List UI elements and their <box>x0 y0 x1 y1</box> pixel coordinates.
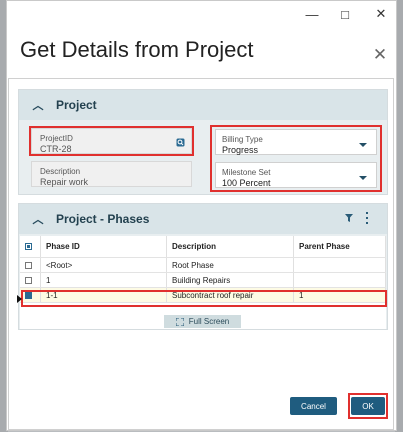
lookup-icon[interactable] <box>176 138 185 147</box>
milestone-set-select[interactable]: Milestone Set 100 Percent <box>215 162 377 188</box>
maximize-button[interactable]: □ <box>330 2 360 26</box>
table-row[interactable]: 1 Building Repairs <box>20 272 386 288</box>
row-pointer-icon <box>17 295 22 303</box>
table-header-row: Phase ID Description Parent Phase <box>20 236 386 258</box>
project-id-value: CTR-28 <box>40 144 72 154</box>
ok-label: OK <box>362 401 374 411</box>
table-row[interactable]: <Root> Root Phase <box>20 257 386 273</box>
row-checkbox[interactable] <box>25 276 32 284</box>
column-header-phase-id[interactable]: Phase ID <box>40 236 167 258</box>
select-all-cell[interactable] <box>20 236 41 258</box>
project-panel-title: Project <box>56 98 97 112</box>
milestone-set-value: 100 Percent <box>222 178 271 188</box>
project-id-label: ProjectID <box>40 134 73 143</box>
description-cell: Root Phase <box>166 257 294 273</box>
cancel-button[interactable]: Cancel <box>290 397 337 415</box>
row-checkbox[interactable] <box>25 261 32 269</box>
milestone-set-label: Milestone Set <box>222 168 271 177</box>
row-select-cell[interactable] <box>20 257 41 273</box>
phase-id-cell: 1 <box>40 272 167 288</box>
parent-phase-cell <box>293 272 386 288</box>
full-screen-button[interactable]: Full Screen <box>164 315 241 328</box>
phase-id-cell: <Root> <box>40 257 167 273</box>
window-close-button[interactable]: ✕ <box>366 2 396 26</box>
description-value: Repair work <box>40 177 89 187</box>
billing-type-label: Billing Type <box>222 135 263 144</box>
select-all-checkbox[interactable] <box>25 243 32 251</box>
selected-row-highlight <box>21 290 387 307</box>
close-icon: ✕ <box>372 45 388 64</box>
billing-type-value: Progress <box>222 145 259 155</box>
close-icon: ✕ <box>375 6 387 21</box>
row-select-cell[interactable] <box>20 272 41 288</box>
dialog-title: Get Details from Project <box>20 37 254 62</box>
column-header-parent-phase[interactable]: Parent Phase <box>293 236 386 258</box>
parent-phase-cell <box>293 257 386 273</box>
minimize-icon: — <box>305 6 319 22</box>
column-header-description[interactable]: Description <box>166 236 294 258</box>
chevron-up-icon[interactable]: ︿ <box>32 99 44 112</box>
chevron-up-icon[interactable]: ︿ <box>32 213 44 226</box>
maximize-icon: □ <box>341 6 349 22</box>
dialog-close-button[interactable]: ✕ <box>371 45 389 64</box>
description-field: Description Repair work <box>31 161 192 187</box>
more-options-icon[interactable] <box>364 212 370 224</box>
filter-icon[interactable] <box>345 214 353 222</box>
chevron-down-icon <box>359 176 367 180</box>
minimize-button[interactable]: — <box>297 2 327 26</box>
chevron-down-icon <box>359 143 367 147</box>
description-label: Description <box>40 167 81 176</box>
phases-panel-title: Project - Phases <box>56 212 150 226</box>
expand-icon <box>175 317 184 326</box>
ok-button[interactable]: OK <box>351 397 385 415</box>
full-screen-label: Full Screen <box>188 317 230 326</box>
billing-type-select[interactable]: Billing Type Progress <box>215 129 377 155</box>
description-cell: Building Repairs <box>166 272 294 288</box>
cancel-label: Cancel <box>301 401 326 411</box>
phases-panel-header[interactable]: ︿ Project - Phases <box>19 204 387 234</box>
project-panel-header[interactable]: ︿ Project <box>19 90 387 120</box>
project-id-field[interactable]: ProjectID CTR-28 <box>31 128 192 154</box>
